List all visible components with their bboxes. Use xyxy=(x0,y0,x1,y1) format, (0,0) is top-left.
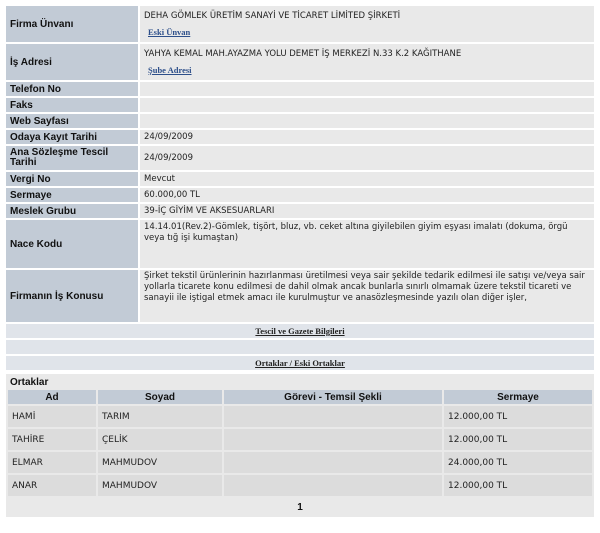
eski-unvan-link[interactable]: Eski Ünvan xyxy=(148,27,590,37)
nace-kodu-value: 14.14.01(Rev.2)-Gömlek, tişört, bluz, vb… xyxy=(140,220,594,268)
vergi-no-label: Vergi No xyxy=(6,172,138,186)
tescil-gazete-link[interactable]: Tescil ve Gazete Bilgileri xyxy=(6,324,594,338)
odaya-kayit-value: 24/09/2009 xyxy=(140,130,594,144)
is-adresi-text: YAHYA KEMAL MAH.AYAZMA YOLU DEMET İŞ MER… xyxy=(144,49,462,59)
gorevi-cell xyxy=(224,429,442,450)
ortaklar-panel: Ortaklar Ad Soyad Görevi - Temsil Şekli … xyxy=(6,374,594,517)
table-row: ANAR MAHMUDOV 12.000,00 TL xyxy=(8,475,592,496)
sube-adresi-link[interactable]: Şube Adresi xyxy=(148,65,590,75)
soyad-cell: MAHMUDOV xyxy=(98,475,222,496)
table-row: HAMİ TARIM 12.000,00 TL xyxy=(8,406,592,427)
ad-cell: HAMİ xyxy=(8,406,96,427)
sermaye-cell: 12.000,00 TL xyxy=(444,406,592,427)
faks-label: Faks xyxy=(6,98,138,112)
company-info-table: Firma Ünvanı DEHA GÖMLEK ÜRETİM SANAYİ V… xyxy=(4,4,596,372)
sermaye-cell: 12.000,00 TL xyxy=(444,429,592,450)
firma-unvani-label: Firma Ünvanı xyxy=(6,6,138,42)
meslek-grubu-value: 39-İÇ GİYİM VE AKSESUARLARI xyxy=(140,204,594,218)
telefon-value xyxy=(140,82,594,96)
soyad-cell: ÇELİK xyxy=(98,429,222,450)
odaya-kayit-label: Odaya Kayıt Tarihi xyxy=(6,130,138,144)
ad-cell: ANAR xyxy=(8,475,96,496)
ortaklar-title: Ortaklar xyxy=(10,377,49,388)
soyad-cell: MAHMUDOV xyxy=(98,452,222,473)
ana-sozlesme-label: Ana Sözleşme Tescil Tarihi xyxy=(6,146,138,170)
telefon-label: Telefon No xyxy=(6,82,138,96)
vergi-no-value: Mevcut xyxy=(140,172,594,186)
ad-cell: TAHİRE xyxy=(8,429,96,450)
nace-kodu-label: Nace Kodu xyxy=(6,220,138,268)
gorevi-cell xyxy=(224,475,442,496)
col-header-soyad: Soyad xyxy=(98,390,222,404)
firma-unvani-text: DEHA GÖMLEK ÜRETİM SANAYİ VE TİCARET LİM… xyxy=(144,11,401,21)
meslek-grubu-label: Meslek Grubu xyxy=(6,204,138,218)
table-row: ELMAR MAHMUDOV 24.000,00 TL xyxy=(8,452,592,473)
firma-unvani-value: DEHA GÖMLEK ÜRETİM SANAYİ VE TİCARET LİM… xyxy=(140,6,594,42)
company-info-panel: Firma Ünvanı DEHA GÖMLEK ÜRETİM SANAYİ V… xyxy=(4,4,596,519)
ortaklar-link[interactable]: Ortaklar / Eski Ortaklar xyxy=(6,356,594,370)
sermaye-value: 60.000,00 TL xyxy=(140,188,594,202)
sermaye-label: Sermaye xyxy=(6,188,138,202)
gorevi-cell xyxy=(224,452,442,473)
faks-value xyxy=(140,98,594,112)
gorevi-cell xyxy=(224,406,442,427)
col-header-ad: Ad xyxy=(8,390,96,404)
page-number[interactable]: 1 xyxy=(6,498,594,517)
ana-sozlesme-value: 24/09/2009 xyxy=(140,146,594,170)
col-header-gorevi: Görevi - Temsil Şekli xyxy=(224,390,442,404)
ad-cell: ELMAR xyxy=(8,452,96,473)
is-adresi-value: YAHYA KEMAL MAH.AYAZMA YOLU DEMET İŞ MER… xyxy=(140,44,594,80)
web-sayfasi-value xyxy=(140,114,594,128)
is-konusu-value: Şirket tekstil ürünlerinin hazırlanması … xyxy=(140,270,594,322)
spacer-bar xyxy=(6,340,594,354)
sermaye-cell: 12.000,00 TL xyxy=(444,475,592,496)
is-adresi-label: İş Adresi xyxy=(6,44,138,80)
soyad-cell: TARIM xyxy=(98,406,222,427)
is-konusu-label: Firmanın İş Konusu xyxy=(6,270,138,322)
col-header-sermaye: Sermaye xyxy=(444,390,592,404)
table-row: TAHİRE ÇELİK 12.000,00 TL xyxy=(8,429,592,450)
sermaye-cell: 24.000,00 TL xyxy=(444,452,592,473)
ortaklar-table: Ad Soyad Görevi - Temsil Şekli Sermaye H… xyxy=(6,388,594,498)
web-sayfasi-label: Web Sayfası xyxy=(6,114,138,128)
